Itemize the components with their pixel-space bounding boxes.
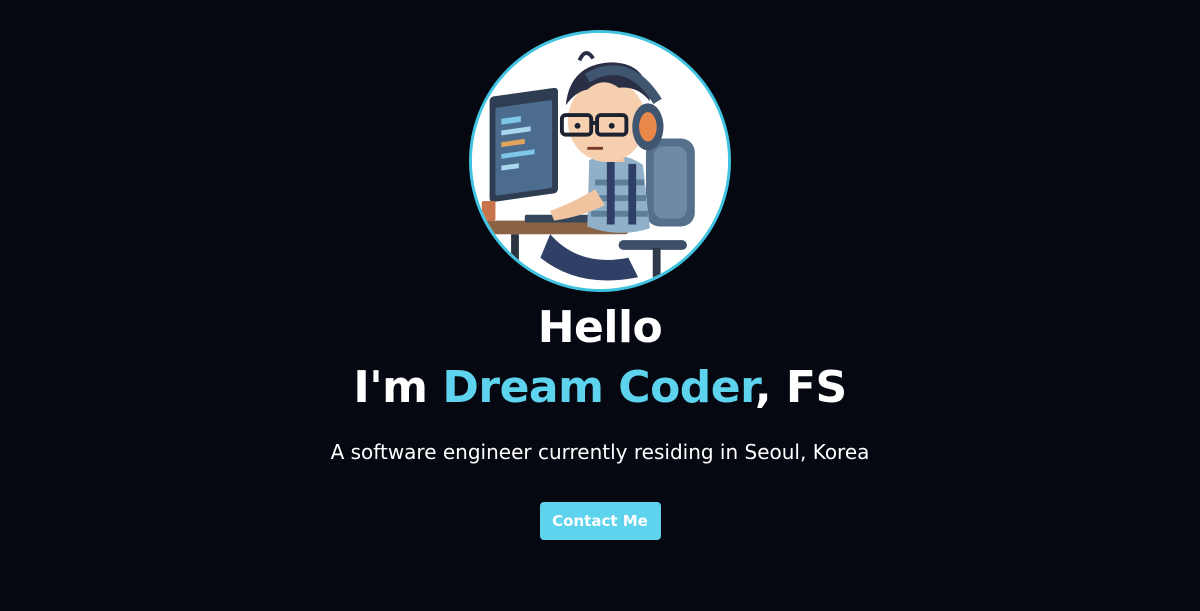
- title-suffix: , FS: [754, 362, 847, 413]
- description: A software engineer currently residing i…: [330, 440, 870, 464]
- contact-me-button[interactable]: Contact Me: [539, 502, 661, 540]
- developer-avatar-icon: [472, 33, 728, 289]
- page-title: Hello I'm Dream Coder, FS: [353, 298, 847, 418]
- title-prefix: I'm: [353, 362, 443, 413]
- avatar: [469, 30, 731, 292]
- home-section: Hello I'm Dream Coder, FS A software eng…: [0, 0, 1200, 611]
- title-name: Dream Coder: [442, 362, 755, 413]
- title-greeting: Hello: [537, 302, 663, 353]
